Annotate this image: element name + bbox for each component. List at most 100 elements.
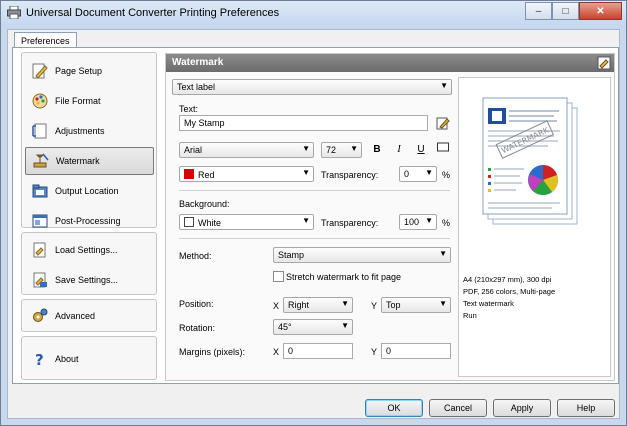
- sidebar-item-watermark[interactable]: Watermark: [25, 147, 154, 175]
- chevron-down-icon: ▼: [439, 249, 447, 258]
- chevron-down-icon: ▼: [302, 144, 310, 153]
- sidebar-item-advanced[interactable]: Advanced: [25, 302, 154, 330]
- tab-preferences[interactable]: Preferences: [14, 32, 77, 48]
- sidebar-item-post-processing[interactable]: Post-Processing: [25, 207, 154, 235]
- rotation-value: 45°: [278, 322, 292, 332]
- sidebar-item-label: Post-Processing: [55, 216, 121, 226]
- sidebar-item-label: Load Settings...: [55, 245, 118, 255]
- apply-button[interactable]: Apply: [493, 399, 551, 417]
- border-toggle-button[interactable]: [435, 142, 451, 158]
- title-bar[interactable]: Universal Document Converter Printing Pr…: [1, 1, 626, 25]
- watermark-panel: Watermark Text label ▼ Text: My Stamp Ar…: [165, 53, 615, 381]
- sidebar-item-about[interactable]: ? About: [25, 345, 154, 373]
- text-color-select[interactable]: Red ▼: [179, 166, 314, 182]
- preview-pane: WATERMARK A4 (210x297 mm), 300 dpi PDF, …: [458, 77, 611, 377]
- nav-group-main: Page Setup File Format Adjustments Water…: [21, 52, 157, 228]
- chevron-down-icon: ▼: [350, 144, 358, 153]
- preferences-panel: Page Setup File Format Adjustments Water…: [12, 47, 619, 384]
- font-size-value: 72: [326, 145, 337, 155]
- margins-label: Margins (pixels):: [179, 347, 246, 357]
- position-y-value: Top: [386, 300, 401, 310]
- position-x-value: Right: [288, 300, 310, 310]
- method-select[interactable]: Stamp ▼: [273, 247, 451, 263]
- edit-text-icon[interactable]: [436, 116, 450, 130]
- help-button[interactable]: Help: [557, 399, 615, 417]
- sidebar-item-label: About: [55, 354, 79, 364]
- font-family-select[interactable]: Arial ▼: [179, 142, 314, 158]
- watermark-type-select[interactable]: Text label ▼: [172, 79, 452, 95]
- sidebar-item-output-location[interactable]: Output Location: [25, 177, 154, 205]
- nav-group-about: ? About: [21, 336, 157, 380]
- margin-y-input[interactable]: 0: [381, 343, 451, 359]
- red-color-swatch: [184, 169, 194, 179]
- info-line: PDF, 256 colors, Multi-page: [463, 287, 556, 296]
- preview-info: A4 (210x297 mm), 300 dpi PDF, 256 colors…: [463, 274, 555, 322]
- adjustments-icon: [31, 122, 49, 140]
- position-y-select[interactable]: Top ▼: [381, 297, 451, 313]
- text-color-value: Red: [198, 170, 215, 180]
- maximize-button[interactable]: □: [552, 2, 579, 20]
- position-x-select[interactable]: Right ▼: [283, 297, 353, 313]
- background-transparency-value: 100: [404, 217, 420, 227]
- position-x-label: X: [273, 301, 280, 311]
- stretch-watermark-checkbox[interactable]: [273, 271, 284, 282]
- sidebar-item-label: Advanced: [55, 311, 96, 321]
- margin-y-label: Y: [371, 347, 378, 357]
- sidebar-item-label: Adjustments: [55, 126, 105, 136]
- panel-header: Watermark: [166, 54, 614, 72]
- background-label: Background:: [179, 199, 230, 209]
- cancel-button[interactable]: Cancel: [429, 399, 487, 417]
- method-label: Method:: [179, 251, 212, 261]
- chevron-down-icon: ▼: [439, 299, 447, 308]
- sidebar-item-adjustments[interactable]: Adjustments: [25, 117, 154, 145]
- stretch-watermark-label: Stretch watermark to fit page: [286, 272, 402, 282]
- chevron-down-icon: ▼: [341, 321, 349, 330]
- chevron-down-icon: ▼: [440, 81, 448, 90]
- sidebar-item-save-settings[interactable]: Save Settings...: [25, 266, 154, 294]
- window-title: Universal Document Converter Printing Pr…: [26, 7, 280, 19]
- printer-icon: [7, 6, 21, 19]
- sidebar-item-label: Page Setup: [55, 66, 103, 76]
- font-size-select[interactable]: 72 ▼: [321, 142, 362, 158]
- help-question-icon: ?: [31, 350, 49, 368]
- close-button[interactable]: ✕: [579, 2, 622, 20]
- bold-button[interactable]: B: [369, 142, 385, 158]
- rotation-label: Rotation:: [179, 323, 216, 333]
- sidebar-item-label: Output Location: [55, 186, 119, 196]
- chevron-down-icon: ▼: [425, 216, 433, 225]
- minimize-button[interactable]: –: [525, 2, 552, 20]
- divider: [179, 190, 450, 191]
- save-settings-icon: [31, 271, 49, 289]
- divider: [179, 238, 450, 239]
- sidebar-item-load-settings[interactable]: Load Settings...: [25, 236, 154, 264]
- background-transparency-select[interactable]: 100 ▼: [399, 214, 437, 230]
- bg-transparency-label: Transparency:: [321, 218, 379, 228]
- sidebar-item-page-setup[interactable]: Page Setup: [25, 57, 154, 85]
- rectangle-icon: [437, 142, 449, 152]
- chevron-down-icon: ▼: [302, 168, 310, 177]
- chevron-down-icon: ▼: [425, 168, 433, 177]
- watermark-text-input[interactable]: My Stamp: [179, 115, 428, 131]
- sidebar-item-label: Watermark: [56, 156, 100, 166]
- chevron-down-icon: ▼: [302, 216, 310, 225]
- percent-label: %: [442, 218, 451, 228]
- watermark-type-value: Text label: [177, 82, 216, 92]
- svg-text:?: ?: [35, 351, 44, 368]
- italic-button[interactable]: I: [391, 142, 407, 158]
- margin-x-input[interactable]: 0: [283, 343, 353, 359]
- rotation-select[interactable]: 45° ▼: [273, 319, 353, 335]
- nav-group-settings: Load Settings... Save Settings...: [21, 232, 157, 295]
- stamp-header-icon: [597, 56, 611, 70]
- panel-title: Watermark: [172, 57, 224, 68]
- underline-button[interactable]: U: [413, 142, 429, 158]
- dialog-client: Preferences Page Setup File Format Adjus…: [7, 29, 620, 419]
- ok-button[interactable]: OK: [365, 399, 423, 417]
- sidebar-item-file-format[interactable]: File Format: [25, 87, 154, 115]
- text-transparency-select[interactable]: 0 ▼: [399, 166, 437, 182]
- chevron-down-icon: ▼: [341, 299, 349, 308]
- white-color-swatch: [184, 217, 194, 227]
- transparency-label: Transparency:: [321, 170, 379, 180]
- document-preview-image: WATERMARK: [482, 97, 578, 225]
- position-label: Position:: [179, 299, 214, 309]
- background-color-select[interactable]: White ▼: [179, 214, 314, 230]
